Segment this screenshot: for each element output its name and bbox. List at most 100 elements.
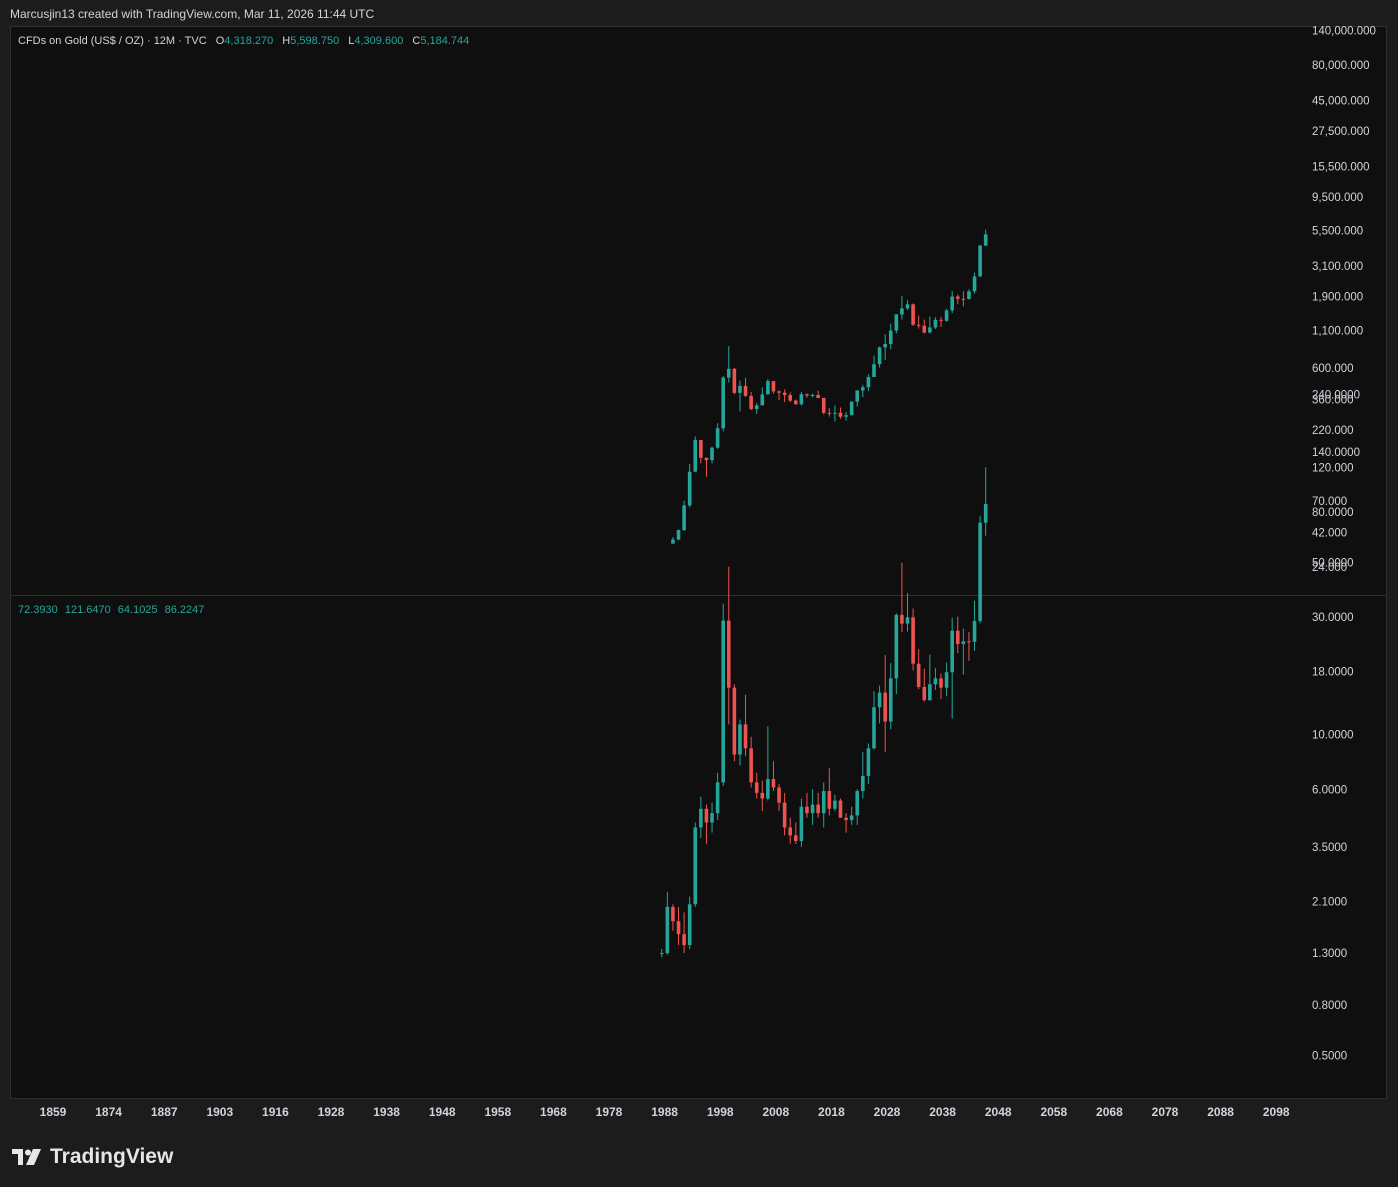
top-candle-body: [777, 391, 781, 393]
top-candle-body: [754, 405, 759, 410]
bottom-candle-body: [967, 641, 971, 643]
top-candle-body: [715, 428, 720, 448]
bottom-pane-legend: 72.3930 121.6470 64.1025 86.2247: [18, 604, 204, 616]
top-candle-body: [905, 304, 910, 309]
bottom-y-tick-label: 2.1000: [1312, 897, 1347, 909]
x-tick-label: 1988: [651, 1105, 678, 1119]
top-candle-body: [788, 395, 793, 401]
bottom-candle-body: [810, 804, 815, 814]
top-candle-body: [749, 395, 753, 410]
bottom-candle-body: [894, 614, 899, 679]
bottom-y-tick-label: 1.3000: [1312, 948, 1347, 960]
top-candle-body: [682, 505, 686, 531]
top-pane-legend: CFDs on Gold (US$ / OZ) · 12M · TVC O4,3…: [18, 35, 469, 47]
chart-canvas[interactable]: 140,000.000 80,000.000 45,000.000 27,500.00…: [0, 0, 1398, 1187]
tradingview-brand[interactable]: TradingView: [12, 1145, 173, 1169]
bottom-candle-body: [760, 792, 765, 799]
ohlc-open-value: 4,318.270: [224, 35, 274, 47]
top-candle-body: [732, 368, 737, 393]
x-tick-label: 2078: [1152, 1105, 1179, 1119]
x-tick-label: 1874: [95, 1105, 122, 1119]
bottom-y-tick-label: 6.0000: [1312, 784, 1347, 796]
top-candle-body: [771, 381, 776, 392]
bottom-candle-body: [721, 620, 725, 783]
bottom-candle-body: [788, 827, 793, 836]
top-candle-body: [972, 276, 977, 292]
bottom-candle-body: [849, 815, 854, 821]
x-tick-label: 1916: [262, 1105, 289, 1119]
top-candle-body: [726, 368, 731, 378]
bottom-candle-body: [861, 775, 865, 792]
ohlc-low-value: 4,309.600: [354, 35, 404, 47]
top-candle-body: [738, 385, 742, 393]
bottom-ohlc-low: 64.1025: [117, 604, 158, 616]
bottom-candle-body: [715, 782, 720, 814]
top-candle-body: [821, 397, 826, 413]
bottom-candle-body: [704, 808, 709, 823]
bottom-ohlc-open: 72.3930: [18, 604, 58, 616]
tradingview-logo-icon: [12, 1149, 41, 1165]
top-y-tick-label: 70.000: [1312, 496, 1347, 508]
x-tick-label: 2008: [762, 1105, 789, 1119]
top-candle-body: [872, 364, 876, 378]
top-candle-body: [967, 291, 971, 299]
top-candle-body: [978, 245, 982, 277]
top-candle-body: [983, 234, 988, 246]
top-candle-body: [816, 394, 820, 398]
top-candle-body: [805, 394, 809, 396]
bottom-candle-body: [827, 791, 832, 809]
top-candle-body: [866, 377, 871, 388]
bottom-candle-body: [855, 791, 860, 816]
bottom-y-tick-label: 3.5000: [1312, 842, 1347, 854]
x-tick-label: 1998: [707, 1105, 734, 1119]
x-tick-label: 1948: [429, 1105, 456, 1119]
bottom-candle-body: [844, 817, 848, 821]
ohlc-close-value: 5,184.744: [420, 35, 470, 47]
top-candle-body: [827, 412, 832, 414]
bottom-y-tick-label: 18.0000: [1312, 667, 1354, 679]
bottom-candle-body: [699, 808, 703, 828]
x-tick-label: 2028: [874, 1105, 901, 1119]
bottom-candle-body: [955, 630, 960, 645]
bottom-candle-body: [659, 953, 664, 954]
x-tick-label: 2038: [929, 1105, 956, 1119]
top-candle-body: [916, 324, 921, 326]
top-candle-body: [900, 308, 904, 315]
x-tick-label: 2098: [1263, 1105, 1290, 1119]
bottom-candle-body: [777, 787, 781, 803]
top-candle-body: [838, 412, 843, 417]
bottom-candle-body: [872, 707, 876, 749]
top-candle-body: [933, 319, 938, 328]
bottom-candle-body: [782, 802, 787, 828]
top-candle-body: [955, 296, 960, 299]
bottom-candle-body: [933, 678, 938, 685]
bottom-candle-body: [794, 835, 798, 842]
x-tick-label: 1938: [373, 1105, 400, 1119]
top-candle-body: [710, 447, 714, 461]
bottom-candle-body: [883, 692, 887, 722]
x-tick-label: 1928: [318, 1105, 345, 1119]
bottom-candle-body: [916, 663, 921, 687]
bottom-candle-body: [900, 614, 904, 624]
bottom-candle-body: [738, 724, 742, 755]
bottom-candle-body: [743, 724, 748, 749]
bottom-candle-body: [939, 678, 943, 688]
bottom-candle-body: [905, 617, 910, 624]
symbol-title[interactable]: CFDs on Gold (US$ / OZ) · 12M · TVC: [18, 35, 207, 47]
top-y-tick-label: 1,900.000: [1312, 291, 1363, 303]
bottom-y-tick-label: 80.0000: [1312, 507, 1354, 519]
top-candle-body: [849, 401, 854, 416]
top-candle-body: [855, 390, 860, 402]
bottom-y-tick-label: 50.0000: [1312, 557, 1354, 569]
x-tick-label: 1968: [540, 1105, 567, 1119]
top-y-tick-label: 140,000.000: [1312, 25, 1376, 37]
bottom-candle-body: [833, 800, 837, 809]
top-candle-body: [961, 298, 966, 300]
top-candle-body: [794, 400, 798, 405]
top-candle-body: [939, 319, 943, 321]
bottom-candle-body: [922, 686, 927, 701]
bottom-y-tick-label: 0.5000: [1312, 1050, 1347, 1062]
top-candle-body: [671, 539, 675, 544]
bottom-candle-body: [799, 806, 804, 842]
top-candle-body: [844, 415, 848, 417]
